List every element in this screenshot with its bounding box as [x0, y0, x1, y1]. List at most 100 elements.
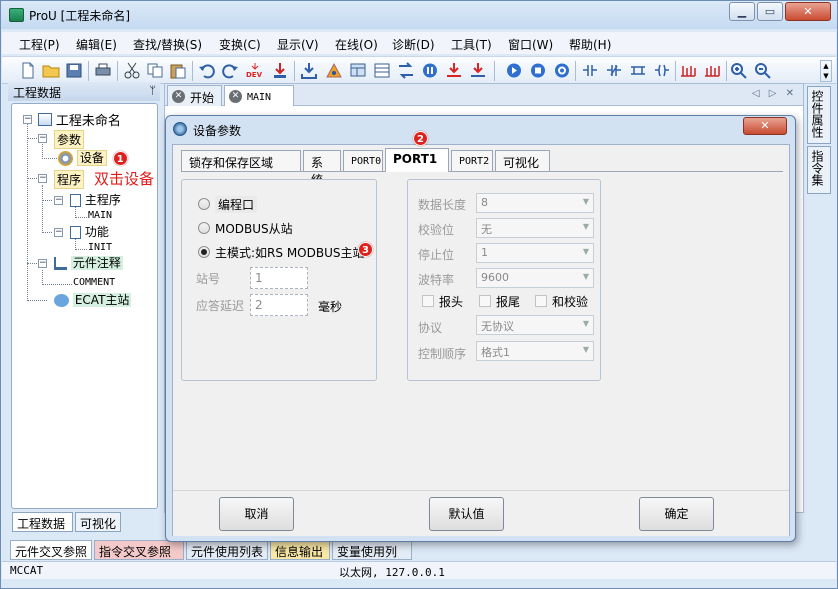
menu-online[interactable]: 在线(O): [335, 36, 378, 53]
expand-main-program-icon[interactable]: −: [54, 196, 63, 205]
menu-view[interactable]: 显示(V): [277, 36, 319, 53]
tree-comment-group[interactable]: 元件注释: [54, 254, 123, 271]
menu-convert[interactable]: 变换(C): [219, 36, 261, 53]
cut-icon[interactable]: [123, 62, 141, 79]
tab-visual-settings[interactable]: 可视化: [495, 150, 550, 171]
radio-master-mode[interactable]: [198, 246, 210, 258]
tab-element-xref[interactable]: 元件交叉参照: [10, 540, 92, 560]
maximize-button[interactable]: ▭: [757, 2, 783, 21]
dialog-close-button[interactable]: ✕: [743, 117, 787, 135]
checkbox-checksum[interactable]: [535, 295, 547, 307]
ok-button[interactable]: 确定: [639, 497, 714, 531]
menu-diagnose[interactable]: 诊断(D): [392, 36, 435, 53]
tree-root[interactable]: 工程未命名: [38, 110, 121, 129]
tree-program[interactable]: 程序: [54, 170, 85, 189]
checkbox-head[interactable]: [422, 295, 434, 307]
device-icon[interactable]: DEV: [246, 62, 264, 79]
tab-element-list[interactable]: 元件使用列表: [186, 540, 268, 560]
tab-latch-save[interactable]: 锁存和保存区域: [181, 150, 301, 171]
menu-tools[interactable]: 工具(T): [451, 36, 492, 53]
expand-comment-icon[interactable]: −: [38, 259, 47, 268]
stop-bits-select[interactable]: 1 ▼: [476, 243, 594, 263]
run-icon[interactable]: [505, 62, 523, 79]
ladder-contact-icon[interactable]: [581, 62, 599, 79]
ladder-rung-alt-icon[interactable]: [703, 62, 721, 79]
tab-port0[interactable]: PORT0: [343, 150, 383, 171]
menu-edit[interactable]: 编辑(E): [76, 36, 117, 53]
close-button[interactable]: ✕: [785, 2, 831, 21]
compile-icon[interactable]: [271, 62, 289, 79]
expand-function-icon[interactable]: −: [54, 228, 63, 237]
tab-instruction-set[interactable]: 指令集: [807, 146, 831, 194]
print-icon[interactable]: [94, 62, 112, 79]
cancel-button[interactable]: 取消: [219, 497, 294, 531]
menu-window[interactable]: 窗口(W): [508, 36, 553, 53]
monitor-icon[interactable]: [349, 62, 367, 79]
tree-init[interactable]: INIT: [88, 242, 112, 253]
new-file-icon[interactable]: [19, 62, 37, 79]
save-icon[interactable]: [65, 62, 83, 79]
undo-icon[interactable]: [198, 62, 216, 79]
baud-select[interactable]: 9600 ▼: [476, 268, 594, 288]
zoom-out-icon[interactable]: [754, 62, 772, 79]
reset-icon[interactable]: [553, 62, 571, 79]
tab-instruction-xref[interactable]: 指令交叉参照: [94, 540, 184, 560]
copy-icon[interactable]: [146, 62, 164, 79]
option-programming-port[interactable]: 编程口: [215, 196, 258, 213]
menu-find-replace[interactable]: 查找/替换(S): [133, 36, 202, 53]
tree-ecat[interactable]: ECAT主站: [54, 291, 132, 308]
radio-programming-port[interactable]: [198, 198, 210, 210]
tab-port2[interactable]: PORT2: [451, 150, 493, 171]
zoom-in-icon[interactable]: [730, 62, 748, 79]
paste-icon[interactable]: [169, 62, 187, 79]
order-select[interactable]: 格式1 ▼: [476, 341, 594, 361]
tab-main[interactable]: ✕ MAIN: [224, 85, 294, 106]
swap-icon[interactable]: [397, 62, 415, 79]
upload-red-icon[interactable]: [445, 62, 463, 79]
checkbox-tail[interactable]: [479, 295, 491, 307]
menu-help[interactable]: 帮助(H): [569, 36, 611, 53]
build-icon[interactable]: [325, 62, 343, 79]
ladder-coil-icon[interactable]: [653, 62, 671, 79]
tree-params[interactable]: 参数: [54, 130, 85, 149]
station-input[interactable]: 1: [250, 267, 308, 289]
tree-main-program[interactable]: 主程序: [70, 191, 121, 208]
tree-main[interactable]: MAIN: [88, 210, 112, 221]
table-icon[interactable]: [373, 62, 391, 79]
menu-project[interactable]: 工程(P): [19, 36, 60, 53]
protocol-select[interactable]: 无协议 ▼: [476, 315, 594, 335]
tab-port1[interactable]: PORT1: [385, 148, 449, 172]
close-tab-icon[interactable]: ✕: [229, 90, 242, 103]
tab-project-data[interactable]: 工程数据: [12, 512, 73, 532]
tab-start[interactable]: ✕ 开始: [167, 85, 222, 106]
parity-select[interactable]: 无 ▼: [476, 218, 594, 238]
tab-navigation[interactable]: ◁ ▷ ✕: [752, 88, 797, 99]
tab-visual[interactable]: 可视化: [75, 512, 121, 532]
tab-system[interactable]: 系统: [303, 150, 341, 187]
tree-function[interactable]: 功能: [70, 223, 109, 240]
option-modbus-slave[interactable]: MODBUS从站: [215, 220, 293, 237]
ladder-contact-nc-icon[interactable]: [605, 62, 623, 79]
minimize-button[interactable]: ▁: [729, 2, 755, 21]
ladder-branch-icon[interactable]: [629, 62, 647, 79]
expand-root-icon[interactable]: −: [23, 115, 32, 124]
ladder-rung-icon[interactable]: [679, 62, 697, 79]
toolbar-overflow-icon[interactable]: ▲ ▼: [820, 60, 832, 82]
pin-icon[interactable]: ᛘ: [149, 84, 156, 97]
expand-program-icon[interactable]: −: [38, 174, 47, 183]
redo-icon[interactable]: [221, 62, 239, 79]
expand-params-icon[interactable]: −: [38, 134, 47, 143]
tab-control-properties[interactable]: 控件属性: [807, 86, 831, 144]
default-button[interactable]: 默认值: [429, 497, 504, 531]
tab-info-output[interactable]: 信息输出: [270, 540, 330, 560]
option-master-mode[interactable]: 主模式:如RS MODBUS主站: [215, 244, 365, 261]
pause-icon[interactable]: [421, 62, 439, 79]
tree-comment[interactable]: COMMENT: [73, 277, 115, 288]
open-folder-icon[interactable]: [42, 62, 60, 79]
stop-icon[interactable]: [529, 62, 547, 79]
download-icon[interactable]: [300, 62, 318, 79]
data-length-select[interactable]: 8 ▼: [476, 193, 594, 213]
radio-modbus-slave[interactable]: [198, 222, 210, 234]
delay-input[interactable]: 2: [250, 294, 308, 316]
tree-device[interactable]: 设备 1: [58, 149, 128, 166]
